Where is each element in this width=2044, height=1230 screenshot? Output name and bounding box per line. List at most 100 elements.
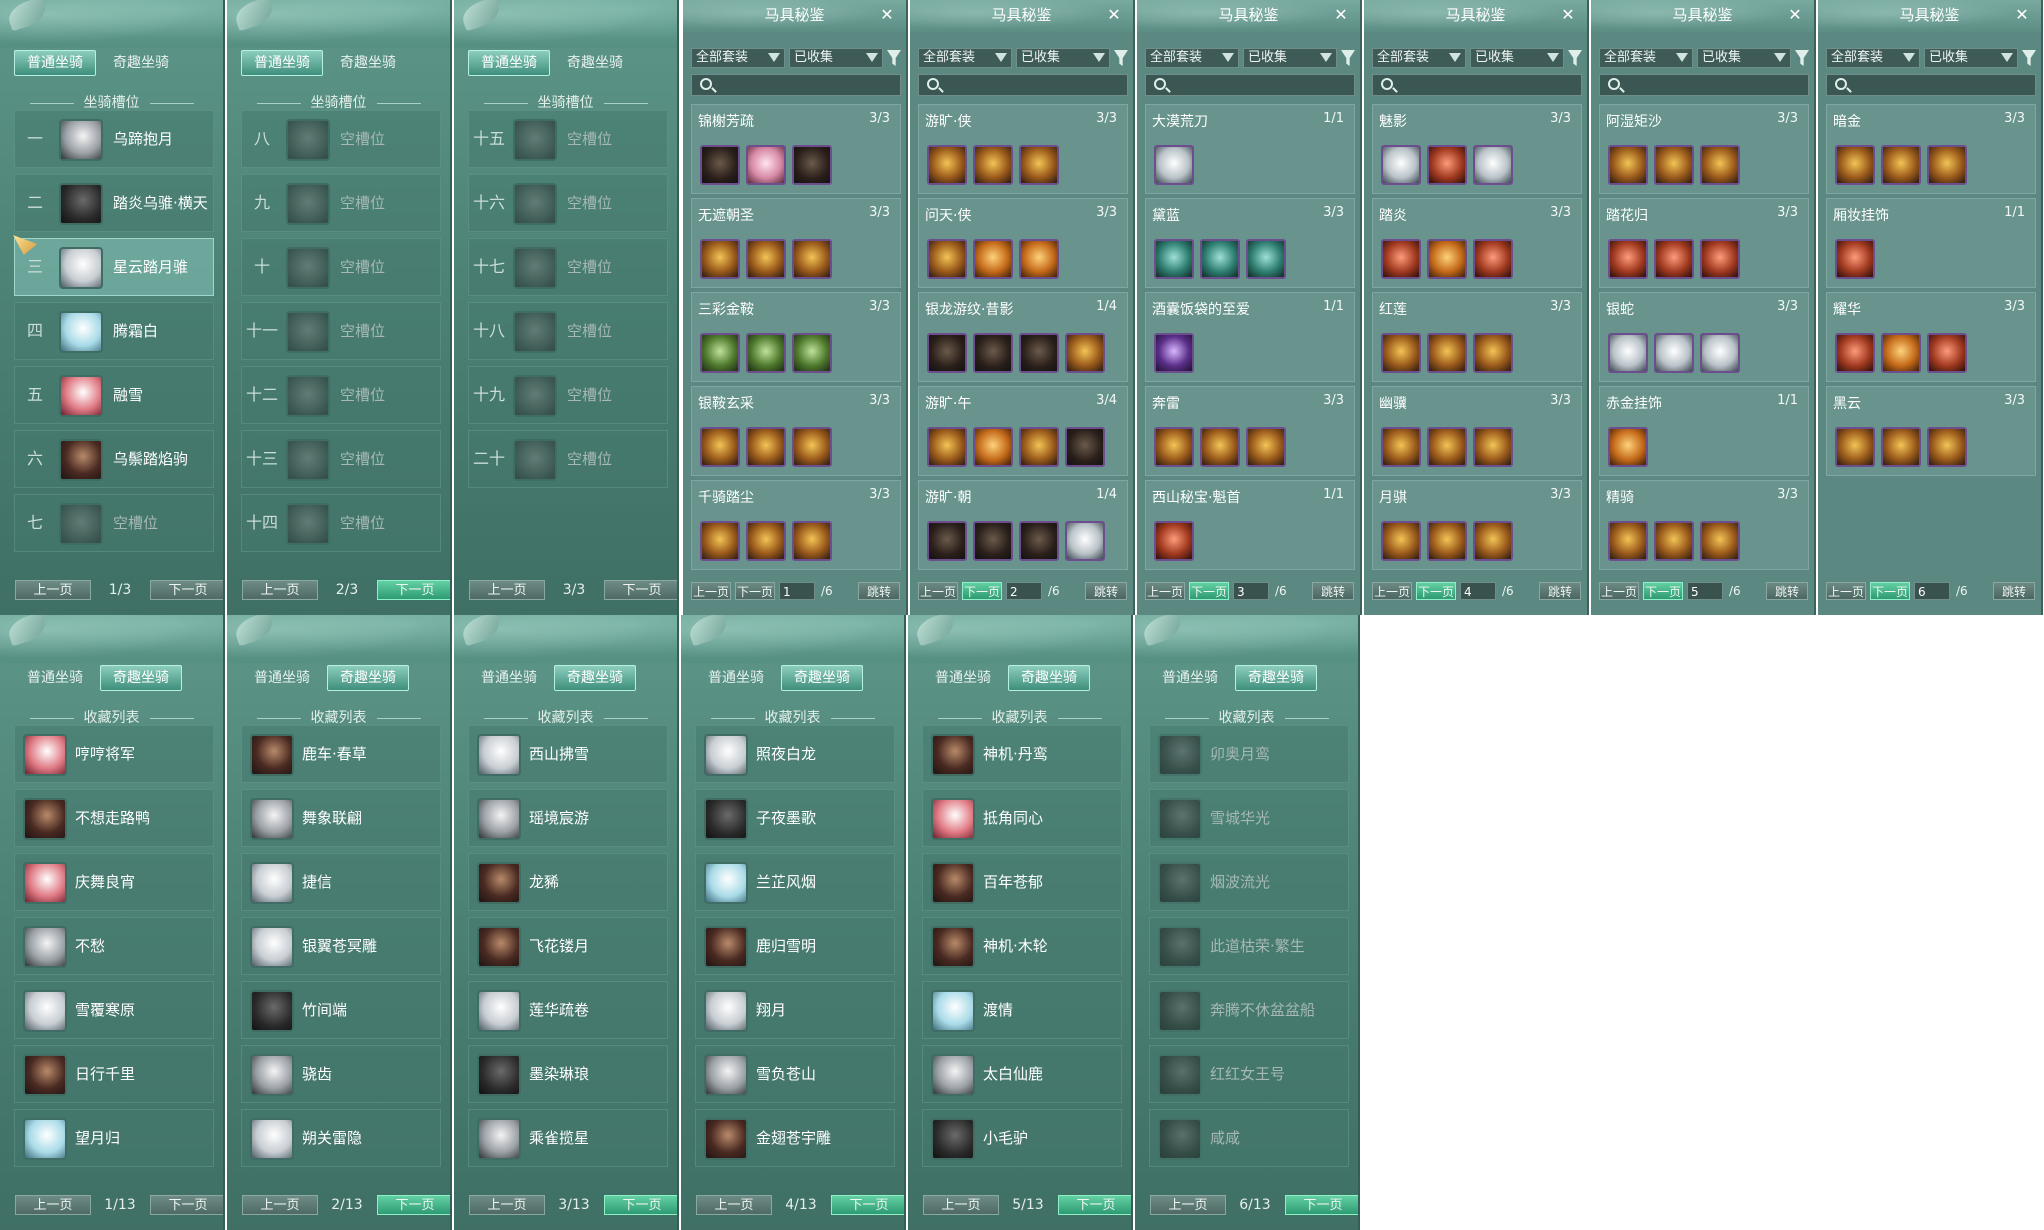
search-input[interactable] <box>1145 74 1355 96</box>
harness-set-group[interactable]: 魅影 3/3 <box>1372 104 1582 194</box>
tab-fun-mounts[interactable]: 奇趣坐骑 <box>554 50 636 76</box>
harness-set-group[interactable]: 耀华 3/3 <box>1826 292 2036 382</box>
mount-slot-row[interactable]: 十九 空槽位 <box>468 366 668 424</box>
collection-row[interactable]: 日行千里 <box>14 1045 214 1103</box>
harness-piece-icon[interactable] <box>1065 521 1105 561</box>
filter-icon[interactable] <box>1795 50 1809 66</box>
tab-fun-mounts[interactable]: 奇趣坐骑 <box>554 665 636 691</box>
harness-piece-icon[interactable] <box>1154 239 1194 279</box>
next-page-button[interactable]: 下一页 <box>1058 1195 1131 1215</box>
harness-piece-icon[interactable] <box>1427 427 1467 467</box>
mount-slot-row[interactable]: 一 乌蹄抱月 <box>14 110 214 168</box>
collected-filter-dropdown[interactable]: 已收集 <box>1243 48 1337 68</box>
close-icon[interactable]: ✕ <box>1786 6 1804 24</box>
harness-piece-icon[interactable] <box>1654 145 1694 185</box>
collection-row[interactable]: 翔月 <box>695 981 895 1039</box>
harness-piece-icon[interactable] <box>746 333 786 373</box>
harness-set-group[interactable]: 大漠荒刀 1/1 <box>1145 104 1355 194</box>
collection-row[interactable]: 鹿车·春草 <box>241 725 441 783</box>
harness-piece-icon[interactable] <box>927 521 967 561</box>
prev-page-button[interactable]: 上一页 <box>1145 582 1185 600</box>
harness-piece-icon[interactable] <box>1473 427 1513 467</box>
mount-slot-row[interactable]: 二十 空槽位 <box>468 430 668 488</box>
collection-row[interactable]: 抵角同心 <box>922 789 1122 847</box>
page-number-input[interactable]: 6 <box>1914 582 1950 600</box>
close-icon[interactable]: ✕ <box>1332 6 1350 24</box>
collection-row[interactable]: 不愁 <box>14 917 214 975</box>
harness-piece-icon[interactable] <box>1381 239 1421 279</box>
harness-set-group[interactable]: 银龙游纹·昔影 1/4 <box>918 292 1128 382</box>
harness-set-group[interactable]: 黑云 3/3 <box>1826 386 2036 476</box>
next-page-button[interactable]: 下一页 <box>962 582 1002 600</box>
prev-page-button[interactable]: 上一页 <box>15 580 91 600</box>
mount-slot-row[interactable]: 十三 空槽位 <box>241 430 441 488</box>
next-page-button[interactable]: 下一页 <box>1416 582 1456 600</box>
harness-piece-icon[interactable] <box>1473 239 1513 279</box>
harness-piece-icon[interactable] <box>973 333 1013 373</box>
collection-row[interactable]: 银翼苍冥雕 <box>241 917 441 975</box>
mount-slot-row[interactable]: 九 空槽位 <box>241 174 441 232</box>
harness-set-group[interactable]: 锦榭芳疏 3/3 <box>691 104 901 194</box>
harness-piece-icon[interactable] <box>1473 145 1513 185</box>
harness-piece-icon[interactable] <box>1654 239 1694 279</box>
next-page-button[interactable]: 下一页 <box>1285 1195 1358 1215</box>
collection-row[interactable]: 烟波流光 <box>1149 853 1349 911</box>
jump-button[interactable]: 跳转 <box>1085 582 1127 600</box>
harness-set-group[interactable]: 精骑 3/3 <box>1599 480 1809 570</box>
collection-row[interactable]: 咸咸 <box>1149 1109 1349 1167</box>
collection-row[interactable]: 照夜白龙 <box>695 725 895 783</box>
harness-piece-icon[interactable] <box>792 239 832 279</box>
collection-row[interactable]: 不想走路鸭 <box>14 789 214 847</box>
collection-row[interactable]: 龙豨 <box>468 853 668 911</box>
set-filter-dropdown[interactable]: 全部套装 <box>1372 48 1466 68</box>
prev-page-button[interactable]: 上一页 <box>15 1195 91 1215</box>
page-number-input[interactable]: 3 <box>1233 582 1269 600</box>
set-filter-dropdown[interactable]: 全部套装 <box>918 48 1012 68</box>
harness-piece-icon[interactable] <box>1381 145 1421 185</box>
harness-set-group[interactable]: 踏炎 3/3 <box>1372 198 1582 288</box>
collection-row[interactable]: 百年苍郁 <box>922 853 1122 911</box>
tab-normal-mounts[interactable]: 普通坐骑 <box>241 50 323 76</box>
mount-slot-row[interactable]: 二 踏炎乌骓·横天 <box>14 174 214 232</box>
next-page-button[interactable]: 下一页 <box>1870 582 1910 600</box>
harness-piece-icon[interactable] <box>1381 521 1421 561</box>
filter-icon[interactable] <box>887 50 901 66</box>
harness-piece-icon[interactable] <box>1608 521 1648 561</box>
harness-piece-icon[interactable] <box>1473 333 1513 373</box>
harness-piece-icon[interactable] <box>1200 239 1240 279</box>
next-page-button[interactable]: 下一页 <box>735 582 775 600</box>
harness-set-group[interactable]: 游旷·朝 1/4 <box>918 480 1128 570</box>
harness-piece-icon[interactable] <box>927 333 967 373</box>
harness-set-group[interactable]: 暗金 3/3 <box>1826 104 2036 194</box>
search-input[interactable] <box>1599 74 1809 96</box>
harness-piece-icon[interactable] <box>1154 521 1194 561</box>
harness-piece-icon[interactable] <box>927 145 967 185</box>
collection-row[interactable]: 此道枯荣·繁生 <box>1149 917 1349 975</box>
tab-normal-mounts[interactable]: 普通坐骑 <box>468 50 550 76</box>
close-icon[interactable]: ✕ <box>1559 6 1577 24</box>
harness-piece-icon[interactable] <box>927 239 967 279</box>
harness-set-group[interactable]: 无遮朝圣 3/3 <box>691 198 901 288</box>
harness-piece-icon[interactable] <box>1427 145 1467 185</box>
collection-row[interactable]: 西山拂雪 <box>468 725 668 783</box>
next-page-button[interactable]: 下一页 <box>377 580 450 600</box>
harness-set-group[interactable]: 千骑踏尘 3/3 <box>691 480 901 570</box>
tab-normal-mounts[interactable]: 普通坐骑 <box>14 50 96 76</box>
harness-piece-icon[interactable] <box>1608 239 1648 279</box>
tab-normal-mounts[interactable]: 普通坐骑 <box>1149 665 1231 691</box>
collection-row[interactable]: 神机·木轮 <box>922 917 1122 975</box>
mount-slot-row[interactable]: 十一 空槽位 <box>241 302 441 360</box>
harness-piece-icon[interactable] <box>1154 427 1194 467</box>
search-input[interactable] <box>1826 74 2036 96</box>
next-page-button[interactable]: 下一页 <box>604 580 677 600</box>
prev-page-button[interactable]: 上一页 <box>469 1195 545 1215</box>
harness-piece-icon[interactable] <box>973 145 1013 185</box>
prev-page-button[interactable]: 上一页 <box>242 1195 318 1215</box>
collection-row[interactable]: 太白仙鹿 <box>922 1045 1122 1103</box>
tab-fun-mounts[interactable]: 奇趣坐骑 <box>327 50 409 76</box>
page-number-input[interactable]: 5 <box>1687 582 1723 600</box>
harness-piece-icon[interactable] <box>1835 427 1875 467</box>
collected-filter-dropdown[interactable]: 已收集 <box>1470 48 1564 68</box>
collection-row[interactable]: 墨染琳琅 <box>468 1045 668 1103</box>
harness-piece-icon[interactable] <box>700 427 740 467</box>
